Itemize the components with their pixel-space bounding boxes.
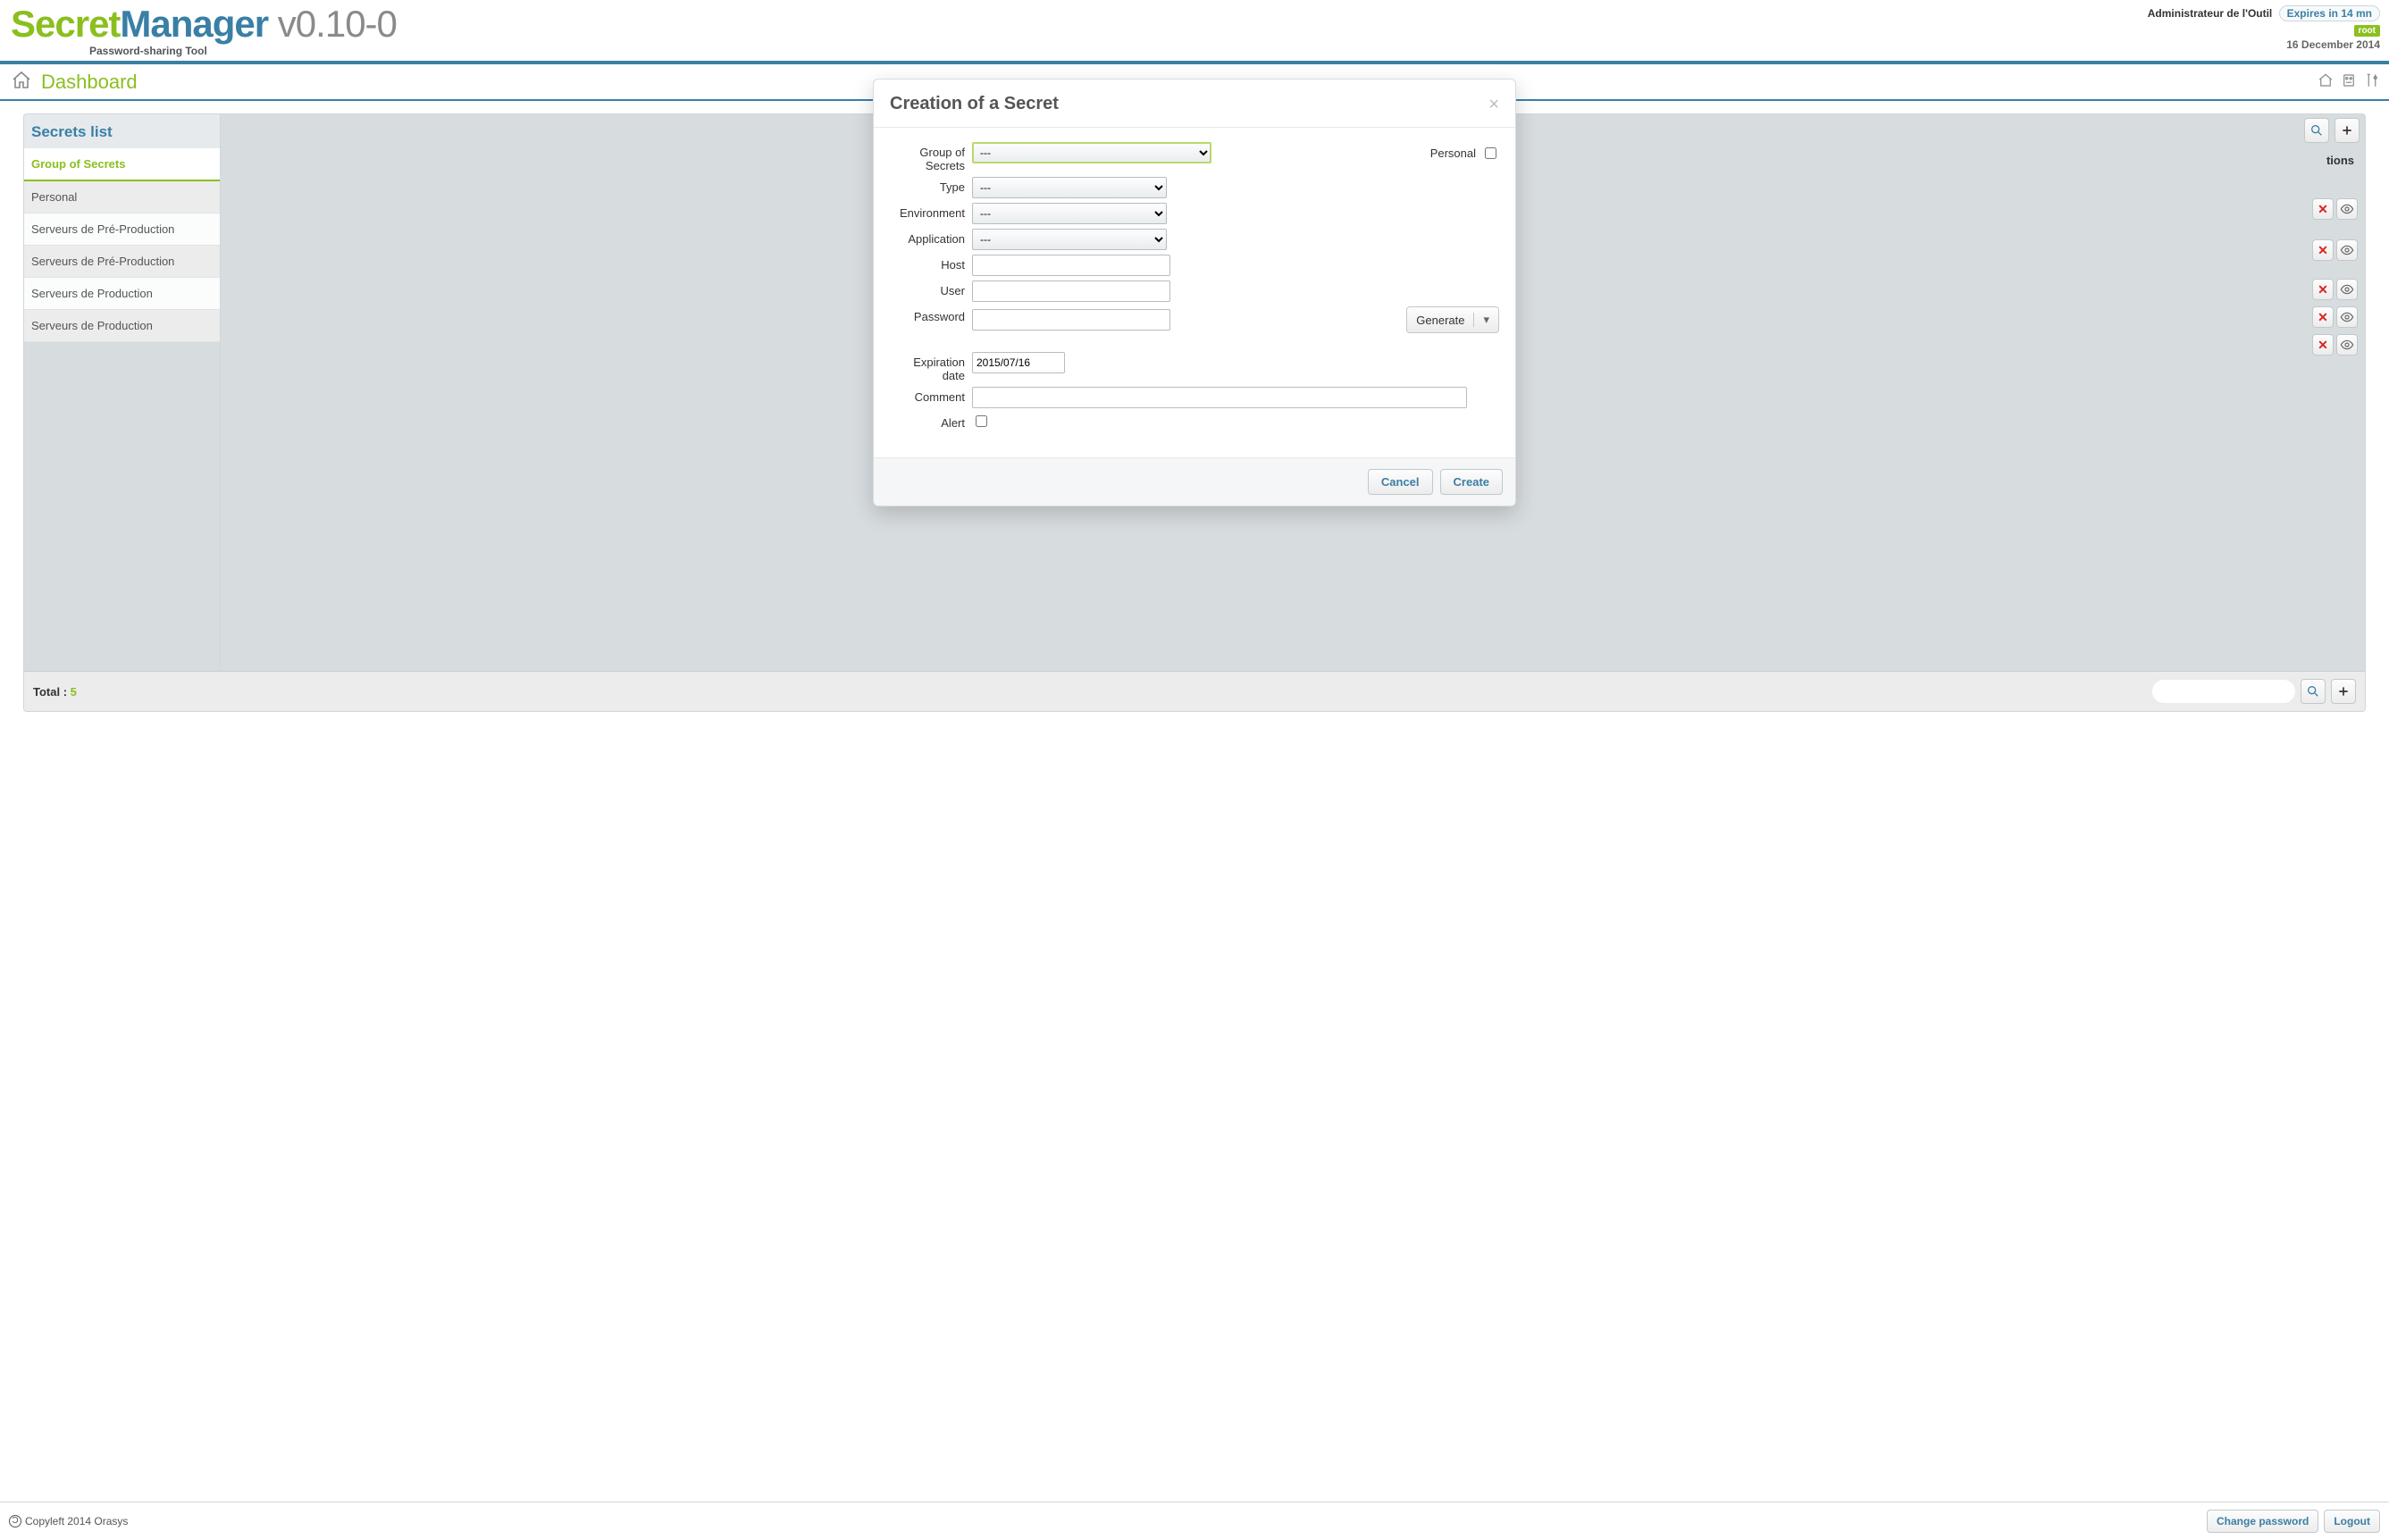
label-password: Password xyxy=(890,306,972,323)
chevron-down-icon: ▾ xyxy=(1473,313,1489,327)
page-footer: C Copyleft 2014 Orasys Change password L… xyxy=(0,1502,2389,1540)
label-group-of-secrets: Group of Secrets xyxy=(890,142,972,172)
group-of-secrets-select[interactable]: --- xyxy=(972,142,1211,163)
logout-button[interactable]: Logout xyxy=(2324,1510,2380,1533)
panel-footer: Total : 5 xyxy=(24,671,2365,711)
sidebar-active-group[interactable]: Group of Secrets xyxy=(24,148,220,181)
modal-title: Creation of a Secret xyxy=(890,94,1059,114)
brand-tagline: Password-sharing Tool xyxy=(89,45,2380,57)
row-actions-5: ✕ xyxy=(2312,334,2358,356)
label-host: Host xyxy=(890,255,972,272)
brand-part2: Manager xyxy=(120,3,268,45)
user-input[interactable] xyxy=(972,280,1170,302)
total-count: Total : 5 xyxy=(33,685,77,699)
application-select[interactable]: --- xyxy=(972,229,1167,250)
nav-tools-icon[interactable] xyxy=(2364,72,2380,91)
copyleft: C Copyleft 2014 Orasys xyxy=(9,1515,128,1527)
view-row-button[interactable] xyxy=(2336,306,2358,328)
brand-logo: SecretManager v0.10-0 xyxy=(11,5,397,43)
sidebar-item-personal[interactable]: Personal xyxy=(24,181,220,213)
delete-row-button[interactable]: ✕ xyxy=(2312,334,2334,356)
total-label: Total : xyxy=(33,685,71,699)
delete-row-button[interactable]: ✕ xyxy=(2312,239,2334,261)
session-expires-pill[interactable]: Expires in 14 mn xyxy=(2279,5,2380,21)
modal-close-button[interactable]: × xyxy=(1488,96,1499,113)
row-actions-4: ✕ xyxy=(2312,306,2358,328)
sidebar-title: Secrets list xyxy=(24,114,220,148)
delete-row-button[interactable]: ✕ xyxy=(2312,198,2334,220)
alert-checkbox[interactable] xyxy=(976,415,987,427)
root-badge: root xyxy=(2354,25,2380,37)
brand-version: v0.10-0 xyxy=(268,3,397,45)
sidebar-filler xyxy=(24,342,220,671)
delete-row-button[interactable]: ✕ xyxy=(2312,279,2334,300)
sidebar-item-preprod-2[interactable]: Serveurs de Pré-Production xyxy=(24,246,220,278)
sidebar-item-prod-1[interactable]: Serveurs de Production xyxy=(24,278,220,310)
view-row-button[interactable] xyxy=(2336,279,2358,300)
create-secret-modal: Creation of a Secret × Group of Secrets … xyxy=(873,79,1516,506)
change-password-button[interactable]: Change password xyxy=(2207,1510,2318,1533)
copyleft-text: Copyleft 2014 Orasys xyxy=(25,1515,128,1527)
total-value: 5 xyxy=(71,685,77,699)
page-title: Dashboard xyxy=(41,71,138,94)
footer-search-input[interactable] xyxy=(2152,680,2295,703)
generate-label: Generate xyxy=(1416,314,1464,327)
secrets-sidebar: Secrets list Group of Secrets Personal S… xyxy=(24,114,221,671)
expiration-date-input[interactable] xyxy=(972,352,1065,373)
label-alert: Alert xyxy=(890,413,972,430)
add-secret-button[interactable] xyxy=(2335,118,2360,143)
current-date: 16 December 2014 xyxy=(2148,38,2380,51)
nav-secrets-icon[interactable] xyxy=(2341,72,2357,91)
comment-input[interactable] xyxy=(972,387,1467,408)
nav-home-icon[interactable] xyxy=(2318,72,2334,91)
view-row-button[interactable] xyxy=(2336,334,2358,356)
generate-password-button[interactable]: Generate ▾ xyxy=(1406,306,1499,333)
label-user: User xyxy=(890,280,972,297)
search-button[interactable] xyxy=(2304,118,2329,143)
label-expiration-date: Expiration date xyxy=(890,352,972,382)
view-row-button[interactable] xyxy=(2336,239,2358,261)
row-actions-2: ✕ xyxy=(2312,239,2358,261)
app-header: SecretManager v0.10-0 Password-sharing T… xyxy=(0,0,2389,64)
label-personal: Personal xyxy=(1430,146,1476,160)
password-input[interactable] xyxy=(972,309,1170,331)
host-input[interactable] xyxy=(972,255,1170,276)
row-actions-1: ✕ xyxy=(2312,198,2358,220)
row-actions-3: ✕ xyxy=(2312,279,2358,300)
delete-row-button[interactable]: ✕ xyxy=(2312,306,2334,328)
footer-search-button[interactable] xyxy=(2301,679,2326,704)
create-button[interactable]: Create xyxy=(1440,469,1503,495)
sidebar-item-prod-2[interactable]: Serveurs de Production xyxy=(24,310,220,342)
label-type: Type xyxy=(890,177,972,194)
view-row-button[interactable] xyxy=(2336,198,2358,220)
admin-label: Administrateur de l'Outil xyxy=(2148,7,2273,20)
home-icon[interactable] xyxy=(9,70,34,94)
brand-part1: Secret xyxy=(11,3,120,45)
sidebar-item-preprod-1[interactable]: Serveurs de Pré-Production xyxy=(24,213,220,246)
footer-add-button[interactable] xyxy=(2331,679,2356,704)
personal-checkbox[interactable] xyxy=(1485,147,1496,159)
label-environment: Environment xyxy=(890,203,972,220)
cancel-button[interactable]: Cancel xyxy=(1368,469,1433,495)
environment-select[interactable]: --- xyxy=(972,203,1167,224)
label-application: Application xyxy=(890,229,972,246)
type-select[interactable]: --- xyxy=(972,177,1167,198)
label-comment: Comment xyxy=(890,387,972,404)
actions-column-header: tions xyxy=(2326,154,2354,167)
copyleft-icon: C xyxy=(9,1515,21,1527)
